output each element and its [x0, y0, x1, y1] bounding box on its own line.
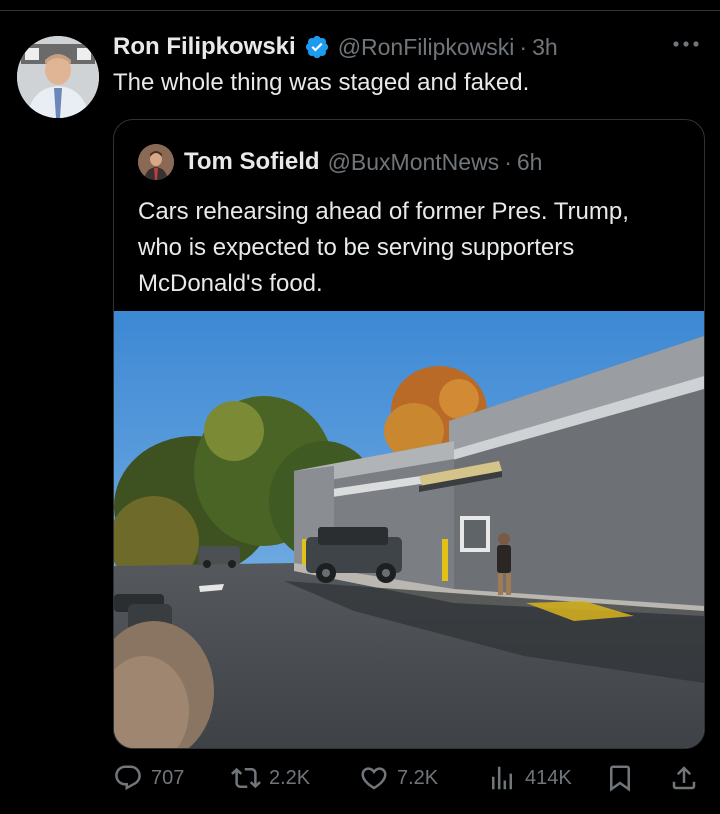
tweet-header: Ron Filipkowski @RonFilipkowski · 3h — [113, 30, 700, 64]
quote-text: Cars rehearsing ahead of former Pres. Tr… — [138, 198, 629, 297]
author-avatar[interactable] — [17, 36, 99, 118]
author-name[interactable]: Ron Filipkowski — [113, 33, 296, 61]
quote-author-name: Tom Sofield — [184, 148, 320, 175]
views-chart-icon — [492, 766, 512, 790]
repost-count: 2.2K — [269, 766, 311, 789]
verified-badge-icon — [304, 34, 330, 60]
reply-count: 707 — [151, 766, 185, 789]
repost-button[interactable]: 2.2K — [231, 760, 310, 796]
quote-header: Tom Sofield @BuxMontNews · 6h — [138, 144, 542, 180]
separator-dot: · — [519, 33, 528, 60]
author-handle[interactable]: @RonFilipkowski — [338, 34, 515, 61]
tweet-text: The whole thing was staged and faked. — [113, 69, 530, 96]
like-button[interactable]: 7.2K — [359, 760, 438, 796]
tweet-time[interactable]: 3h — [532, 34, 558, 61]
repost-icon — [231, 767, 261, 789]
quote-author-handle: @BuxMontNews — [327, 148, 500, 175]
top-divider — [0, 10, 720, 11]
bookmark-icon — [610, 765, 630, 792]
views-count: 414K — [525, 766, 572, 789]
quote-photo[interactable] — [114, 311, 704, 748]
like-count: 7.2K — [397, 766, 439, 789]
tweet-actions-bar: 707 2.2K 7.2K 414K — [113, 760, 703, 796]
reply-icon — [115, 765, 141, 791]
share-button[interactable] — [669, 760, 707, 796]
quote-author-avatar[interactable] — [138, 144, 174, 180]
reply-button[interactable]: 707 — [113, 760, 184, 796]
share-icon — [672, 766, 696, 790]
views-button[interactable]: 414K — [487, 760, 572, 796]
quote-separator-dot: · — [504, 148, 512, 175]
bookmark-button[interactable] — [605, 760, 643, 796]
quoted-tweet[interactable]: Tom Sofield @BuxMontNews · 6h Cars rehea… — [113, 119, 705, 749]
more-options-icon[interactable] — [670, 34, 702, 54]
quote-time: 6h — [516, 148, 543, 175]
heart-icon — [361, 767, 387, 790]
